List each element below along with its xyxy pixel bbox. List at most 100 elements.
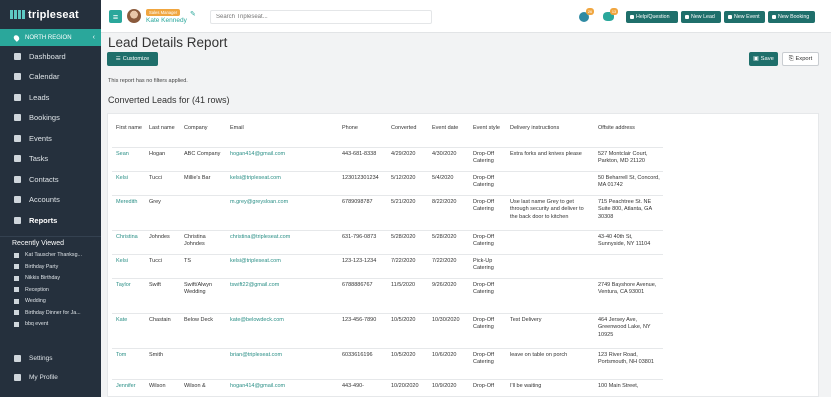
column-header-phone[interactable]: Phone [338,120,387,147]
region-selector[interactable]: NORTH REGION ‹ [0,29,101,46]
menu-toggle-icon[interactable]: ≡ [109,10,122,23]
recent-item[interactable]: Birthday Party [0,261,101,273]
new-event-button[interactable]: New Event [724,11,765,23]
column-header-email[interactable]: Email [226,120,338,147]
sidebar-item-reports[interactable]: Reports [0,210,101,231]
search-input[interactable] [210,10,432,24]
cell-event-style: Drop-Off [469,378,506,396]
column-header-event-style[interactable]: Event style [469,120,506,147]
column-header-company[interactable]: Company [180,120,226,147]
new-booking-button[interactable]: New Booking [768,11,815,23]
avatar[interactable] [127,9,141,23]
cell-first-name[interactable]: Taylor [112,277,145,313]
cell-first-name[interactable]: Meredith [112,194,145,230]
recent-item-label: Wedding [25,298,46,305]
sidebar-item-bookings[interactable]: Bookings [0,108,101,129]
recent-item[interactable]: Nikkis Birthday [0,273,101,285]
main-nav: Dashboard Calendar Leads Bookings Events… [0,46,101,231]
cell-event-date: 10/9/2020 [428,378,469,396]
cell-company: Below Deck [180,312,226,348]
sidebar-item-my-profile[interactable]: My Profile [0,368,101,387]
recent-item-label: bbq event [25,321,49,328]
table-row[interactable]: Kelsi Tucci TS kelsi@tripleseat.com 123-123-… [112,253,663,278]
event-icon [14,298,19,304]
building-icon [14,196,21,204]
recent-item[interactable]: Kat Tauscher Thanksg... [0,250,101,262]
cell-company: Wilson & [180,378,226,396]
cell-first-name[interactable]: Sean [112,146,145,171]
cell-last-name: Tucci [145,253,180,278]
cell-first-name[interactable]: Jennifer [112,378,145,396]
column-header-delivery-instructions[interactable]: Delivery instructions [506,120,594,147]
cell-offsite-address [594,253,663,278]
cell-email[interactable]: brian@tripleseat.com [226,347,338,379]
list-icon: ☰ [115,56,121,62]
megaphone-icon [14,93,21,101]
table-row[interactable]: Kate Chastain Below Deck kate@belowdeck.com… [112,312,663,348]
sidebar-item-label: Bookings [29,113,60,123]
table-row[interactable]: Kelsi Tucci Millie's Bar kelsi@tripleseat.c… [112,170,663,195]
sidebar-item-contacts[interactable]: Contacts [0,169,101,190]
table-row[interactable]: Sean Hogan ABC Company hogan414@gmail.com 44… [112,146,663,171]
sidebar-item-label: Calendar [29,72,60,82]
column-header-event-date[interactable]: Event date [428,120,469,147]
button-label: Export [795,56,813,62]
table-body: Sean Hogan ABC Company hogan414@gmail.com 44… [112,146,663,396]
sidebar-item-dashboard[interactable]: Dashboard [0,46,101,67]
recent-item[interactable]: Reception [0,284,101,296]
cell-offsite-address: 100 Main Street, [594,378,663,396]
table-row[interactable]: Taylor Swift Swift/Alwyn Wedding tswift22@g… [112,277,663,313]
cell-event-date: 5/28/2020 [428,229,469,254]
user-name[interactable]: Kate Kennedy [146,17,187,24]
export-button[interactable]: ⎘ Export [782,52,819,66]
column-header-offsite-address[interactable]: Offsite address [594,120,663,147]
dashboard-icon [14,52,21,60]
chevron-left-icon[interactable]: ‹ [93,34,95,41]
recent-item[interactable]: Wedding [0,296,101,308]
column-header-last-name[interactable]: Last name [145,120,180,147]
cell-offsite-address: 43-40 40th St, Sunnyside, NY 11104 [594,229,663,254]
sidebar-item-accounts[interactable]: Accounts [0,190,101,211]
column-header-first-name[interactable]: First name [112,120,145,147]
cell-first-name[interactable]: Tom [112,347,145,379]
sidebar-item-label: Leads [29,92,50,102]
cell-first-name[interactable]: Kate [112,312,145,348]
cell-first-name[interactable]: Kelsi [112,170,145,195]
cell-converted: 10/20/2020 [387,378,428,396]
cell-first-name[interactable]: Christina [112,229,145,254]
event-icon [14,310,19,316]
cell-email[interactable]: tswift22@gmail.com [226,277,338,313]
cell-email[interactable]: m.grey@greysloan.com [226,194,338,230]
users-icon [14,175,21,183]
edit-icon[interactable]: ✎ [190,10,196,18]
cell-email[interactable]: hogan414@gmail.com [226,378,338,396]
cell-email[interactable]: christina@tripleseat.com [226,229,338,254]
save-button[interactable]: ▣ Save [749,52,778,66]
cell-phone: 6033616196 [338,347,387,379]
cell-email[interactable]: kelsi@tripleseat.com [226,170,338,195]
cell-first-name[interactable]: Kelsi [112,253,145,278]
cell-email[interactable]: kate@belowdeck.com [226,312,338,348]
sidebar-item-leads[interactable]: Leads [0,87,101,108]
customize-button[interactable]: ☰ Customize [107,52,158,66]
tripleseat-logo[interactable]: tripleseat [0,0,101,29]
button-label: New Lead [691,14,715,20]
sidebar-item-events[interactable]: Events [0,128,101,149]
table-row[interactable]: Meredith Grey m.grey@greysloan.com 67890987… [112,194,663,230]
cell-email[interactable]: kelsi@tripleseat.com [226,253,338,278]
user-role-badge: Sales Manager [146,9,181,16]
recent-item[interactable]: Birthday Dinner for Ja... [0,307,101,319]
sidebar-item-tasks[interactable]: Tasks [0,149,101,170]
leads-table: First name Last name Company Email Phone Conv… [112,120,663,396]
table-row[interactable]: Christina Johndes Christina Johndes christi… [112,229,663,254]
cell-converted: 5/12/2020 [387,170,428,195]
sidebar-item-calendar[interactable]: Calendar [0,67,101,88]
table-row[interactable]: Jennifer Wilson Wilson & hogan414@gmail.com… [112,378,663,396]
help-question-button[interactable]: Help/Question [626,11,678,23]
column-header-converted[interactable]: Converted [387,120,428,147]
sidebar-item-settings[interactable]: Settings [0,349,101,368]
cell-email[interactable]: hogan414@gmail.com [226,146,338,171]
table-row[interactable]: Tom Smith brian@tripleseat.com 6033616196 10… [112,347,663,379]
recent-item[interactable]: bbq event [0,319,101,331]
new-lead-button[interactable]: New Lead [681,11,721,23]
